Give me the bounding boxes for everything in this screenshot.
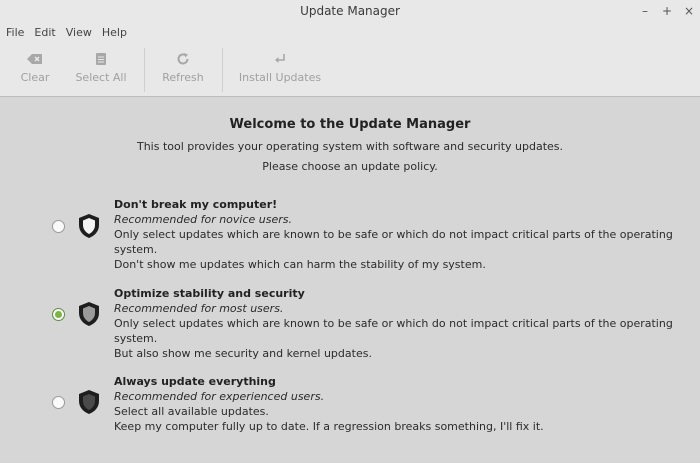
policy-radio-optimize[interactable] bbox=[52, 308, 65, 321]
welcome-instruction: Please choose an update policy. bbox=[262, 160, 438, 173]
menu-edit[interactable]: Edit bbox=[34, 26, 55, 39]
policy-description: Don't show me updates which can harm the… bbox=[114, 258, 486, 271]
close-button[interactable]: × bbox=[684, 0, 694, 22]
maximize-button[interactable]: + bbox=[662, 0, 672, 22]
menu-file[interactable]: File bbox=[6, 26, 24, 39]
policy-panel: Welcome to the Update Manager This tool … bbox=[0, 97, 700, 463]
menu-bar: File Edit View Help bbox=[0, 22, 700, 42]
toolbar-separator bbox=[144, 48, 145, 92]
clear-label: Clear bbox=[20, 71, 50, 84]
toolbar-separator bbox=[222, 48, 223, 92]
refresh-label: Refresh bbox=[162, 71, 204, 84]
menu-view[interactable]: View bbox=[66, 26, 92, 39]
return-arrow-icon bbox=[238, 50, 322, 68]
shield-icon bbox=[79, 390, 99, 414]
install-updates-label: Install Updates bbox=[238, 71, 322, 84]
welcome-description: This tool provides your operating system… bbox=[136, 140, 564, 153]
clear-button[interactable]: Clear bbox=[16, 50, 54, 90]
policy-title: Optimize stability and security bbox=[114, 287, 305, 300]
policy-option-update-everything[interactable]: Always update everything Recommended for… bbox=[0, 374, 700, 444]
window-controls: – + × bbox=[640, 0, 694, 22]
window-title: Update Manager bbox=[300, 4, 400, 18]
policy-description: But also show me security and kernel upd… bbox=[114, 347, 372, 360]
policy-recommendation: Recommended for experienced users. bbox=[114, 390, 325, 403]
policy-description: Select all available updates. bbox=[114, 405, 269, 418]
shield-icon bbox=[79, 302, 99, 326]
select-all-button[interactable]: Select All bbox=[72, 50, 130, 90]
policy-description: Only select updates which are known to b… bbox=[114, 317, 673, 345]
policy-text: Optimize stability and security Recommen… bbox=[114, 286, 684, 361]
menu-help[interactable]: Help bbox=[102, 26, 127, 39]
refresh-button[interactable]: Refresh bbox=[158, 50, 208, 90]
policy-text: Don't break my computer! Recommended for… bbox=[114, 197, 684, 272]
welcome-heading: Welcome to the Update Manager bbox=[229, 117, 471, 132]
policy-radio-dont-break[interactable] bbox=[52, 220, 65, 233]
document-icon bbox=[72, 50, 130, 68]
toolbar: Clear Select All Refresh Install Updates bbox=[0, 42, 700, 97]
policy-description: Keep my computer fully up to date. If a … bbox=[114, 420, 544, 433]
policy-recommendation: Recommended for novice users. bbox=[114, 213, 293, 226]
install-updates-button[interactable]: Install Updates bbox=[238, 50, 322, 90]
clear-icon bbox=[16, 50, 54, 68]
policy-radio-update-everything[interactable] bbox=[52, 396, 65, 409]
shield-icon bbox=[79, 214, 99, 238]
refresh-icon bbox=[158, 50, 208, 68]
title-bar: Update Manager – + × bbox=[0, 0, 700, 22]
minimize-button[interactable]: – bbox=[640, 0, 650, 22]
policy-option-optimize[interactable]: Optimize stability and security Recommen… bbox=[0, 286, 700, 360]
policy-description: Only select updates which are known to b… bbox=[114, 228, 673, 256]
select-all-label: Select All bbox=[75, 71, 127, 84]
policy-option-dont-break[interactable]: Don't break my computer! Recommended for… bbox=[0, 197, 700, 271]
policy-title: Don't break my computer! bbox=[114, 198, 278, 211]
policy-title: Always update everything bbox=[114, 375, 276, 388]
policy-text: Always update everything Recommended for… bbox=[114, 374, 684, 434]
policy-recommendation: Recommended for most users. bbox=[114, 302, 284, 315]
